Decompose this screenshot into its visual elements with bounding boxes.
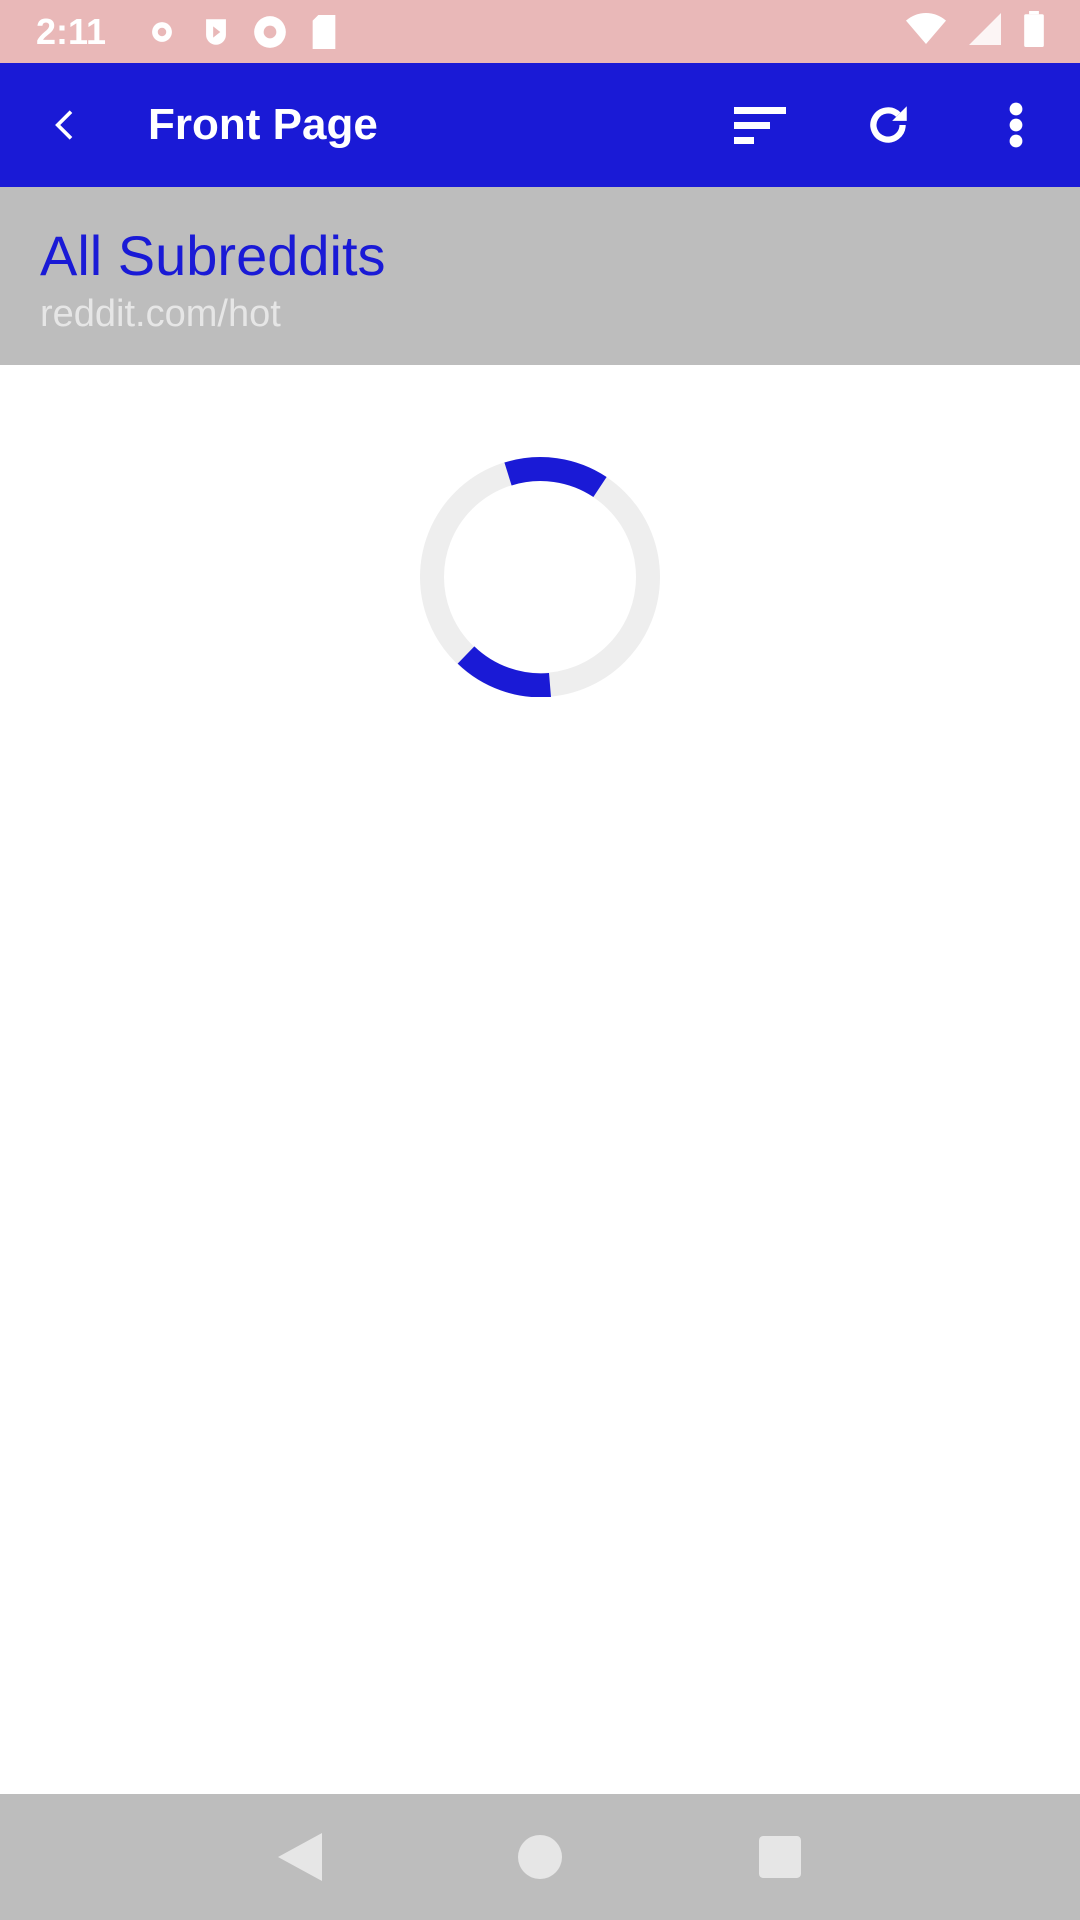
toolbar-actions (720, 85, 1080, 165)
system-nav-bar (0, 1794, 1080, 1920)
wifi-icon (906, 13, 946, 50)
status-bar: 2:11 (0, 0, 1080, 63)
loading-spinner (420, 457, 660, 698)
home-circle-icon[interactable] (500, 1817, 580, 1897)
shield-icon (196, 12, 236, 52)
toolbar-title: Front Page (148, 100, 378, 149)
header-title: All Subreddits (40, 224, 386, 287)
arrow-back-icon[interactable] (34, 93, 98, 157)
status-time: 2:11 (36, 10, 107, 52)
recents-square-icon[interactable] (740, 1817, 820, 1897)
battery-icon (1024, 11, 1044, 52)
signal-icon (968, 13, 1002, 50)
settings-icon (142, 12, 182, 52)
app-toolbar: Front Page (0, 63, 1080, 187)
sync-icon (250, 12, 290, 52)
header-subtitle: reddit.com/hot (40, 293, 281, 335)
back-triangle-icon[interactable] (260, 1817, 340, 1897)
subreddit-header: All Subreddits reddit.com/hot (0, 187, 1080, 365)
status-right-icons (906, 11, 1044, 52)
sort-icon[interactable] (720, 85, 800, 165)
more-vert-icon[interactable] (976, 85, 1056, 165)
sd-card-icon (304, 12, 344, 52)
refresh-icon[interactable] (848, 85, 928, 165)
